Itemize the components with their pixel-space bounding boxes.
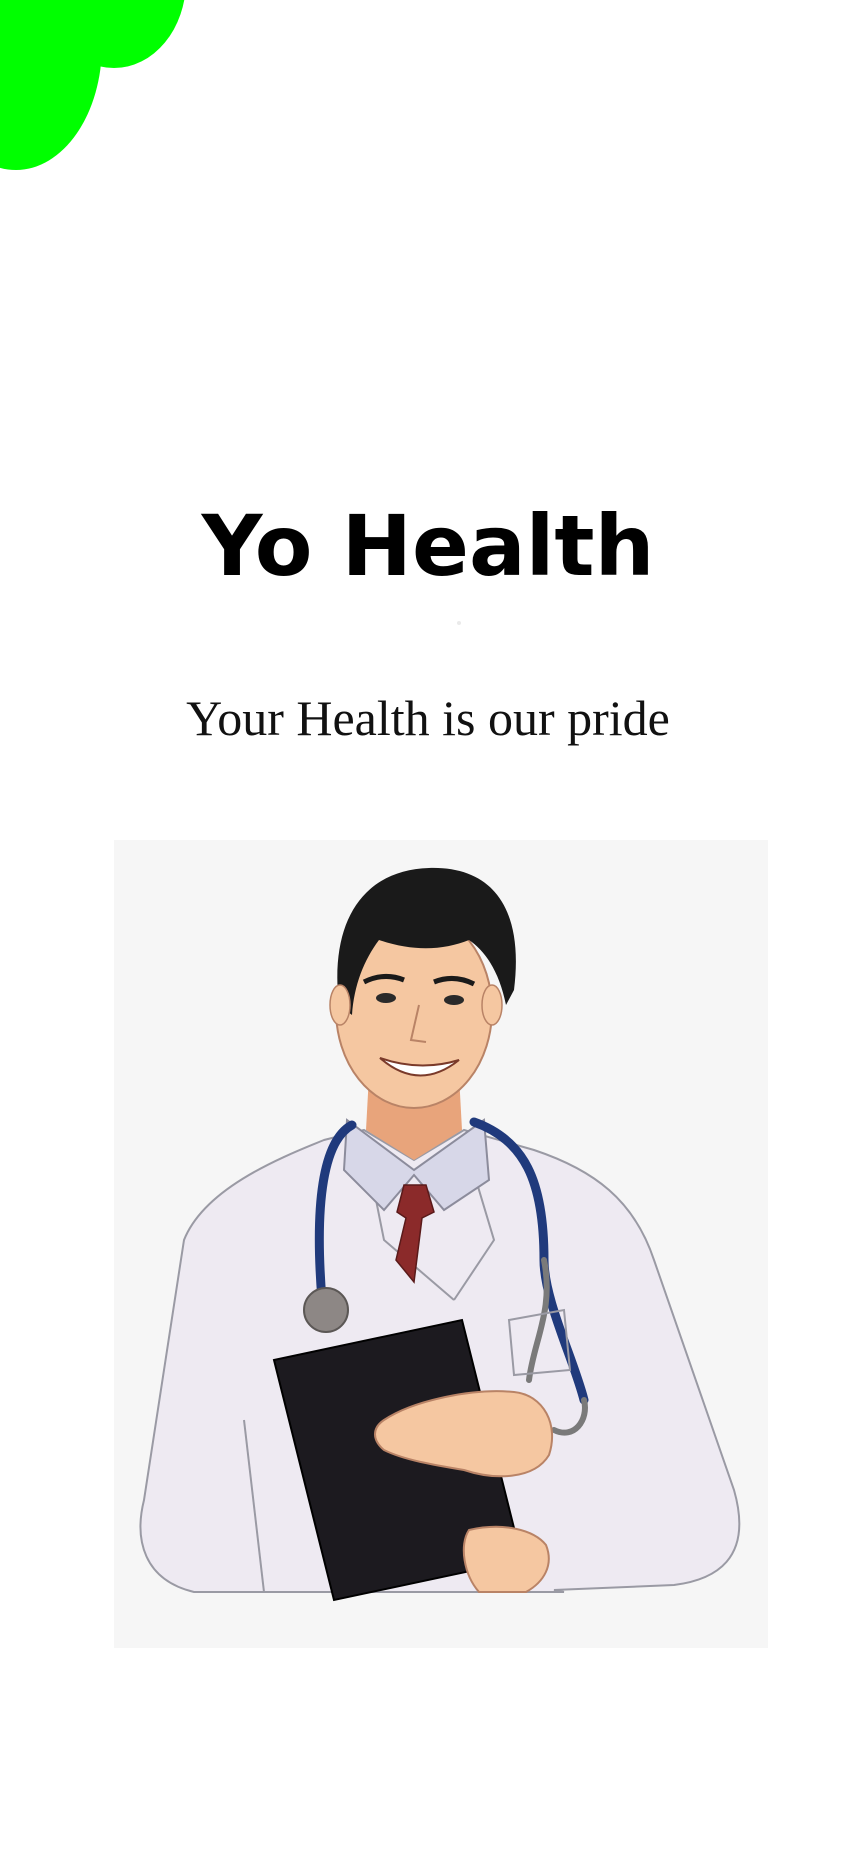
doctor-icon: [139, 867, 741, 1602]
doctor-illustration: [114, 840, 768, 1648]
divider-dot: [457, 621, 461, 625]
splash-screen: Yo Health Your Health is our pride: [0, 0, 856, 1852]
app-title: Yo Health: [201, 497, 655, 595]
app-tagline: Your Health is our pride: [186, 690, 670, 746]
